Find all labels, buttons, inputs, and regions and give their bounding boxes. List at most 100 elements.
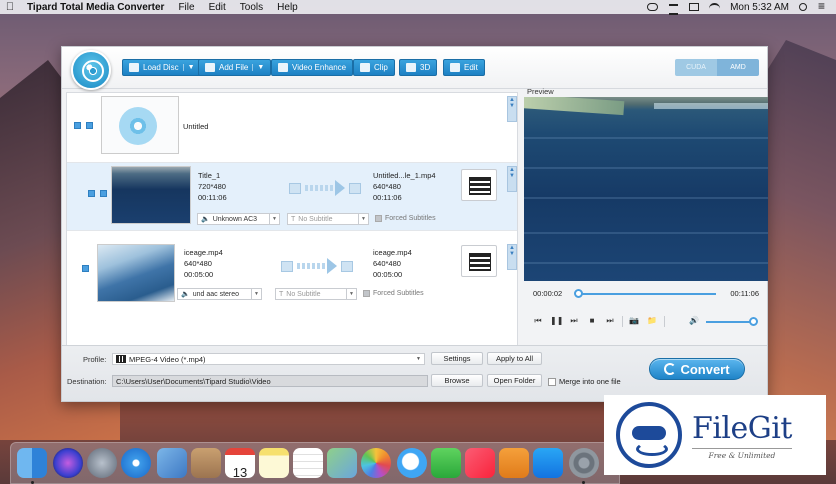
open-folder-button[interactable]: Open Folder — [487, 374, 542, 387]
playback-controls: ⏮ ❚❚ ⏭ ■ ⏭ 📷 📁 🔊 — [524, 315, 768, 329]
menubar-clock[interactable]: Mon 5:32 AM — [730, 2, 789, 13]
snapshot-camera-icon[interactable]: 📷 — [628, 315, 640, 327]
browse-button[interactable]: Browse — [431, 374, 483, 387]
film-icon — [116, 355, 126, 363]
wifi-icon[interactable] — [709, 2, 721, 12]
clip-label: Clip — [374, 63, 388, 72]
amd-toggle[interactable]: AMD — [717, 59, 759, 76]
3d-button[interactable]: 3D — [399, 59, 438, 76]
output-format-button[interactable] — [461, 169, 497, 201]
row-scroll-control[interactable]: ▲ ▼ — [507, 96, 517, 122]
destination-label: Destination: — [67, 377, 107, 386]
total-time: 00:11:06 — [730, 289, 759, 298]
profile-select[interactable]: MPEG-4 Video (*.mp4) ▼ — [112, 353, 425, 365]
row-scroll-control[interactable]: ▲ ▼ — [507, 244, 517, 270]
edit-button[interactable]: Edit — [443, 59, 485, 76]
forced-subtitles-checkbox[interactable]: Forced Subtitles — [375, 215, 436, 222]
output-name[interactable]: Untitled...le_1.mp4 — [373, 170, 436, 181]
gpu-acceleration-toggle[interactable]: CUDA AMD — [675, 59, 759, 76]
stop-icon[interactable]: ■ — [586, 315, 598, 327]
menu-tools[interactable]: Tools — [233, 2, 270, 13]
subtitle-select[interactable]: T No Subtitle ▼ — [287, 213, 369, 225]
clip-button[interactable]: Clip — [353, 59, 395, 76]
notes-book-icon[interactable] — [191, 448, 221, 478]
destination-field[interactable]: C:\Users\User\Documents\Tipard Studio\Vi… — [112, 375, 428, 387]
volume-icon[interactable]: 🔊 — [688, 315, 700, 327]
forced-subtitles-checkbox[interactable]: Forced Subtitles — [363, 290, 424, 297]
video-enhance-button[interactable]: Video Enhance — [271, 59, 354, 76]
photos-icon[interactable] — [361, 448, 391, 478]
add-file-dropdown-icon[interactable]: ▼ — [252, 64, 264, 71]
forced-subtitles-label: Forced Subtitles — [385, 215, 436, 222]
expand-toggle-icon[interactable] — [88, 190, 95, 197]
file-row-disc[interactable]: Untitled ▲ ▼ — [67, 93, 517, 163]
file-row-iceage[interactable]: iceage.mp4 640*480 00:05:00 iceage.mp4 6… — [67, 237, 517, 305]
menu-file[interactable]: File — [171, 2, 201, 13]
row-scroll-control[interactable]: ▲ ▼ — [507, 166, 517, 192]
load-disc-button[interactable]: Load Disc ▼ — [122, 59, 202, 76]
preview-video[interactable] — [524, 97, 768, 281]
watermark-text: FileGit Free & Unlimited — [692, 411, 792, 460]
photos-app-icon[interactable] — [157, 448, 187, 478]
menu-app-name[interactable]: Tipard Total Media Converter — [20, 2, 171, 13]
volume-slider[interactable] — [706, 321, 750, 323]
messages-icon[interactable] — [397, 448, 427, 478]
merge-checkbox[interactable]: Merge into one file — [548, 377, 621, 386]
launchpad-icon[interactable] — [87, 448, 117, 478]
cuda-toggle[interactable]: CUDA — [675, 59, 717, 76]
status-icon[interactable] — [668, 3, 679, 15]
creative-cloud-icon[interactable] — [647, 3, 659, 11]
seek-knob[interactable] — [574, 289, 584, 298]
seek-track[interactable] — [576, 293, 716, 295]
row-checkbox[interactable] — [86, 122, 93, 129]
convert-button[interactable]: Convert — [649, 358, 745, 380]
toolbar: Load Disc ▼ Add File ▼ Video Enhance Cli… — [62, 47, 767, 90]
load-disc-dropdown-icon[interactable]: ▼ — [182, 64, 195, 71]
system-preferences-icon[interactable] — [569, 448, 599, 478]
skip-back-icon[interactable]: ⏮ — [532, 315, 544, 327]
file-row-title1[interactable]: Title_1 720*480 00:11:06 Untitled...le_1… — [67, 163, 517, 231]
fast-forward-icon[interactable]: ⏭ — [568, 315, 580, 327]
facetime-icon[interactable] — [431, 448, 461, 478]
subtitle-select[interactable]: T No Subtitle ▼ — [275, 288, 357, 300]
expand-toggle-icon[interactable] — [74, 122, 81, 129]
app-store-icon[interactable] — [533, 448, 563, 478]
spotlight-search-icon[interactable] — [799, 3, 807, 11]
row-checkbox[interactable] — [100, 190, 107, 197]
menu-bar:  Tipard Total Media Converter File Edit… — [0, 0, 836, 15]
finder-icon[interactable] — [17, 448, 47, 478]
settings-button[interactable]: Settings — [431, 352, 483, 365]
pause-icon[interactable]: ❚❚ — [550, 315, 563, 327]
menu-help[interactable]: Help — [270, 2, 305, 13]
expand-toggle-icon[interactable] — [82, 265, 89, 272]
skip-forward-icon[interactable]: ⏭ — [604, 315, 616, 327]
output-format-button[interactable] — [461, 245, 497, 277]
apply-to-all-button[interactable]: Apply to All — [487, 352, 542, 365]
apple-icon[interactable]:  — [0, 1, 20, 13]
audio-track-select[interactable]: 🔈 Unknown AC3 ▼ — [197, 213, 280, 225]
3d-label: 3D — [420, 63, 431, 72]
add-file-label: Add File — [219, 63, 249, 72]
volume-knob[interactable] — [749, 317, 758, 326]
output-name[interactable]: iceage.mp4 — [373, 247, 412, 258]
add-file-button[interactable]: Add File ▼ — [198, 59, 272, 76]
maps-icon[interactable] — [327, 448, 357, 478]
siri-icon[interactable] — [53, 448, 83, 478]
reminders-icon[interactable] — [293, 448, 323, 478]
forced-subtitles-label: Forced Subtitles — [373, 290, 424, 297]
notes-icon[interactable] — [259, 448, 289, 478]
menu-edit[interactable]: Edit — [202, 2, 233, 13]
audio-track-select[interactable]: 🔈 und aac stereo ▼ — [177, 288, 262, 300]
books-icon[interactable] — [499, 448, 529, 478]
open-folder-icon[interactable]: 📁 — [646, 315, 658, 327]
calendar-icon[interactable]: 13 — [225, 448, 255, 480]
bottom-panel: Profile: MPEG-4 Video (*.mp4) ▼ Settings… — [62, 345, 767, 401]
format-box-icon — [349, 182, 361, 194]
safari-icon[interactable] — [121, 448, 151, 478]
wave-line — [524, 137, 768, 139]
notification-center-icon[interactable] — [817, 0, 828, 13]
airplay-icon[interactable] — [689, 3, 700, 11]
music-icon[interactable] — [465, 448, 495, 478]
3d-icon — [406, 63, 416, 72]
seek-bar[interactable]: 00:00:02 00:11:06 — [524, 287, 768, 301]
